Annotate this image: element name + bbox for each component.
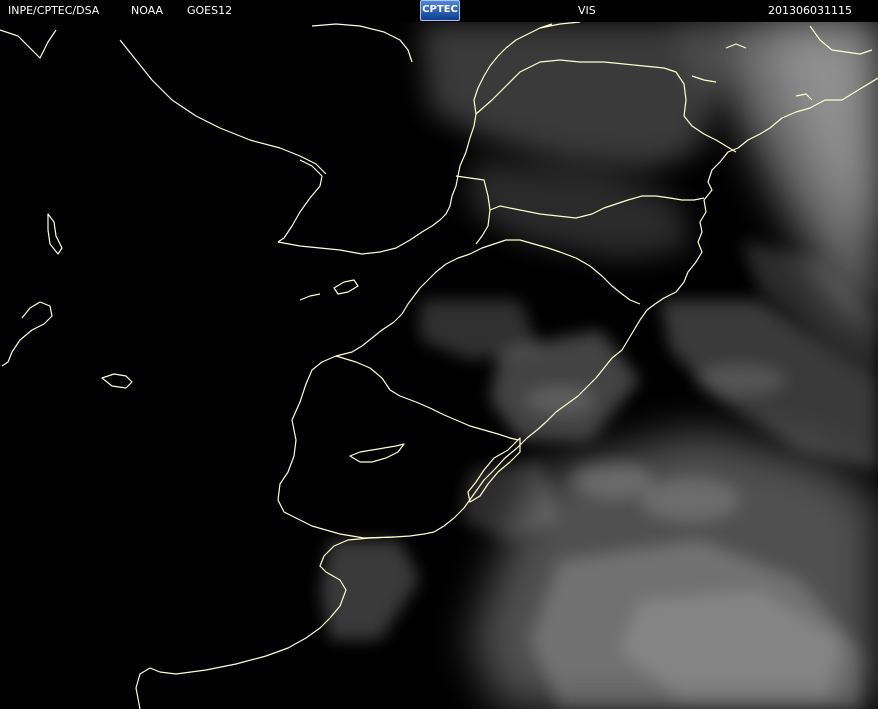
provider-label: NOAA [131, 4, 164, 17]
cloud-puff [695, 364, 785, 396]
cptec-logo: CPTEC [420, 0, 460, 21]
cloud-puff [640, 478, 740, 522]
timestamp-label: 201306031115 [768, 4, 852, 17]
logo-text: CPTEC [422, 4, 458, 15]
satellite-label: GOES12 [187, 4, 233, 17]
cloud-puff [572, 462, 652, 498]
agency-label: INPE/CPTEC/DSA [8, 4, 100, 17]
satellite-image [0, 0, 878, 709]
channel-label: VIS [578, 4, 596, 17]
